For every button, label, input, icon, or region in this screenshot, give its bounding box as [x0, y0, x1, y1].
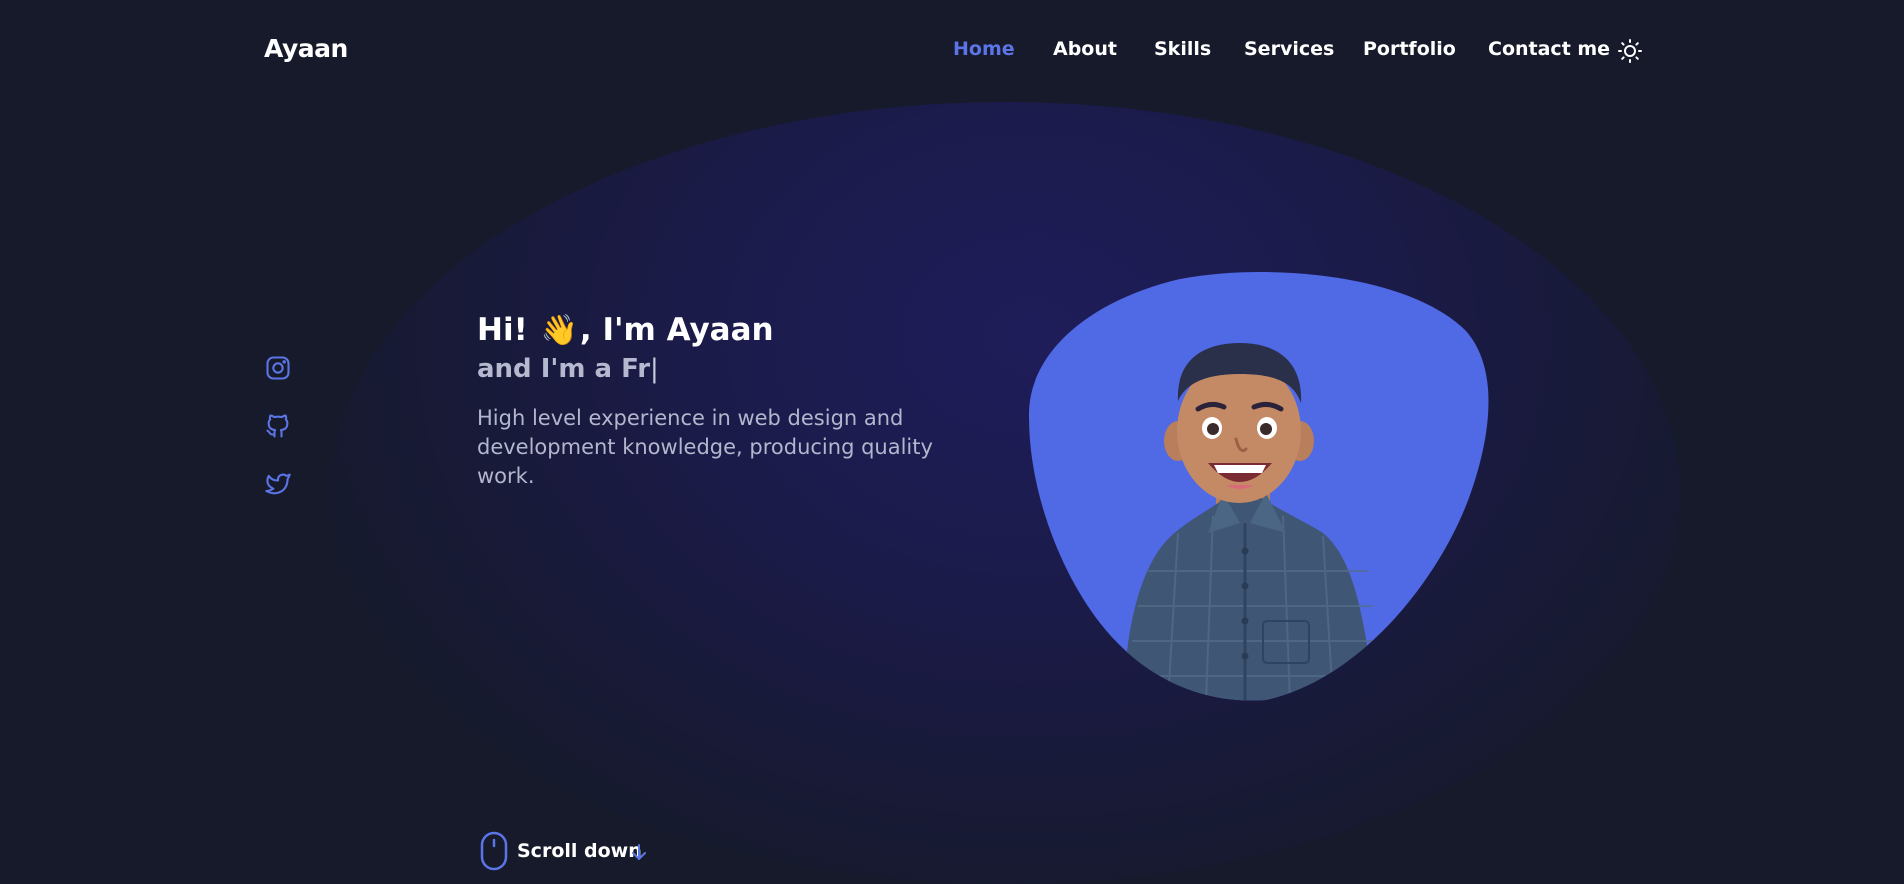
twitter-icon[interactable]	[264, 470, 292, 498]
instagram-icon[interactable]	[264, 354, 292, 382]
scroll-down-label: Scroll down	[517, 840, 642, 862]
avatar-blob	[1028, 271, 1490, 701]
nav-contact-me[interactable]: Contact me	[1488, 38, 1610, 60]
typing-cursor: |	[650, 354, 659, 384]
greeting-name: , I'm Ayaan	[579, 312, 774, 348]
nav-home[interactable]: Home	[953, 38, 1015, 60]
waving-hand-icon: 👋	[540, 313, 578, 348]
greeting-start: Hi!	[477, 312, 528, 348]
logo[interactable]: Ayaan	[264, 34, 348, 63]
header: Ayaan Home About Skills Services Portfol…	[0, 0, 1904, 102]
nav-portfolio[interactable]: Portfolio	[1363, 38, 1456, 60]
typed-text: and I'm a Fr	[477, 354, 651, 384]
arrow-down-icon	[630, 842, 648, 862]
github-icon[interactable]	[264, 412, 292, 440]
hero-description: High level experience in web design and …	[477, 406, 933, 488]
hero-greeting: Hi! 👋, I'm Ayaan	[477, 312, 937, 348]
hero-typed-subtitle: and I'm a Fr|	[477, 354, 937, 384]
mouse-icon	[480, 831, 508, 871]
nav-about[interactable]: About	[1053, 38, 1117, 60]
nav-skills[interactable]: Skills	[1154, 38, 1211, 60]
nav-services[interactable]: Services	[1244, 38, 1334, 60]
hero-text: Hi! 👋, I'm Ayaan and I'm a Fr| High leve…	[477, 312, 937, 491]
sun-icon[interactable]	[1618, 39, 1642, 63]
